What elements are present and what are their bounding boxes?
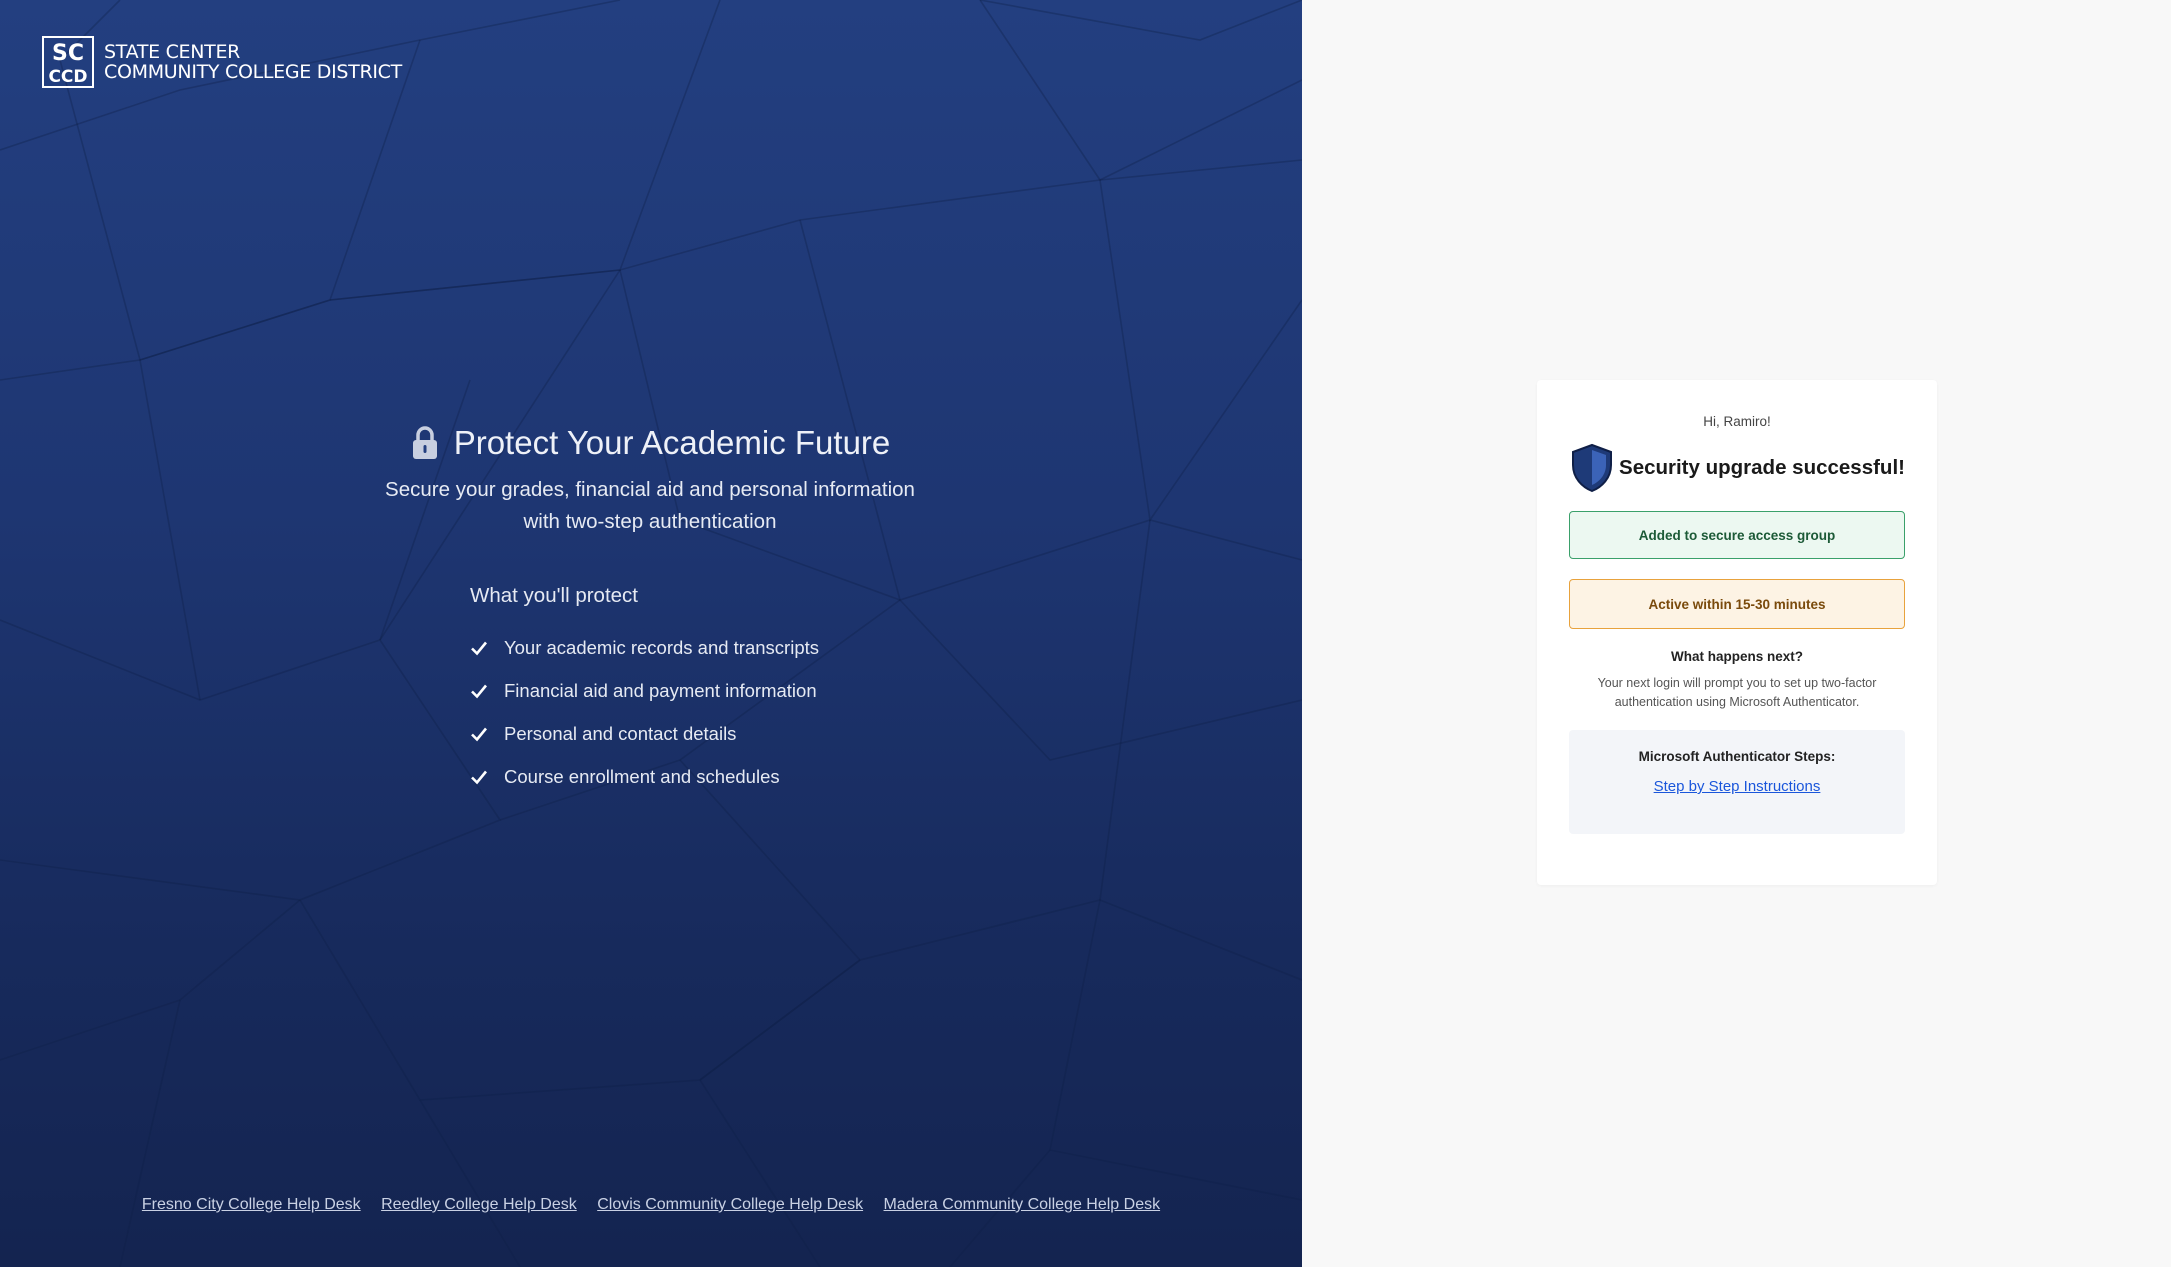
help-desk-links: Fresno City College Help Desk Reedley Co… (0, 1196, 1302, 1214)
list-item: Personal and contact details (470, 712, 819, 755)
status-badge-group: Added to secure access group (1569, 511, 1905, 559)
authenticator-steps-box: Microsoft Authenticator Steps: Step by S… (1569, 730, 1905, 834)
next-steps-text-line1: Your next login will prompt you to set u… (1597, 676, 1877, 690)
list-item: Your academic records and transcripts (470, 626, 819, 669)
authenticator-steps-title: Microsoft Authenticator Steps: (1638, 749, 1836, 764)
protect-list: Your academic records and transcripts Fi… (470, 626, 819, 798)
next-steps-text-line2: authentication using Microsoft Authentic… (1614, 695, 1860, 709)
fresno-help-desk-link[interactable]: Fresno City College Help Desk (142, 1196, 361, 1213)
success-title: Security upgrade successful! (1619, 456, 1905, 479)
confirmation-card: Hi, Ramiro! Security upgrade successful!… (1537, 380, 1937, 885)
check-icon (471, 641, 488, 655)
protect-section: What you'll protect Your academic record… (470, 584, 819, 798)
protect-item-label: Personal and contact details (504, 722, 737, 744)
greeting: Hi, Ramiro! (1703, 414, 1771, 429)
next-steps-text: Your next login will prompt you to set u… (1577, 674, 1897, 712)
district-logo: SC CCD STATE CENTER COMMUNITY COLLEGE DI… (42, 36, 402, 88)
district-name: STATE CENTER COMMUNITY COLLEGE DISTRICT (104, 42, 402, 82)
hero-title: Protect Your Academic Future (453, 424, 891, 461)
shield-icon (1572, 443, 1613, 493)
district-name-line2: COMMUNITY COLLEGE DISTRICT (104, 61, 402, 83)
reedley-help-desk-link[interactable]: Reedley College Help Desk (381, 1196, 577, 1213)
status-badge-time: Active within 15-30 minutes (1569, 579, 1905, 629)
logo-letters-bottom: CCD (48, 67, 87, 87)
hero-subtitle-line1: Secure your grades, financial aid and pe… (385, 478, 915, 501)
protect-item-label: Your academic records and transcripts (504, 636, 819, 658)
protect-item-label: Course enrollment and schedules (504, 765, 780, 787)
step-by-step-link[interactable]: Step by Step Instructions (1654, 778, 1821, 795)
check-icon (471, 684, 488, 698)
protect-title: What you'll protect (470, 584, 638, 607)
check-icon (471, 727, 488, 741)
list-item: Course enrollment and schedules (470, 755, 819, 798)
hero-subtitle-line2: with two-step authentication (523, 510, 777, 533)
protect-item-label: Financial aid and payment information (504, 679, 817, 701)
list-item: Financial aid and payment information (470, 669, 819, 712)
next-steps-title: What happens next? (1670, 649, 1803, 664)
clovis-help-desk-link[interactable]: Clovis Community College Help Desk (597, 1196, 863, 1213)
hero-subtitle: Secure your grades, financial aid and pe… (300, 474, 1000, 538)
scccd-logo-mark: SC CCD (42, 36, 94, 88)
logo-letters-top: SC (52, 41, 84, 66)
madera-help-desk-link[interactable]: Madera Community College Help Desk (884, 1196, 1161, 1213)
district-name-line1: STATE CENTER (104, 41, 241, 63)
success-heading: Security upgrade successful! (1537, 443, 1937, 493)
hero-section: Protect Your Academic Future Secure your… (300, 424, 1000, 538)
check-icon (471, 770, 488, 784)
lock-icon (412, 426, 437, 459)
hero-panel: SC CCD STATE CENTER COMMUNITY COLLEGE DI… (0, 0, 1302, 1267)
